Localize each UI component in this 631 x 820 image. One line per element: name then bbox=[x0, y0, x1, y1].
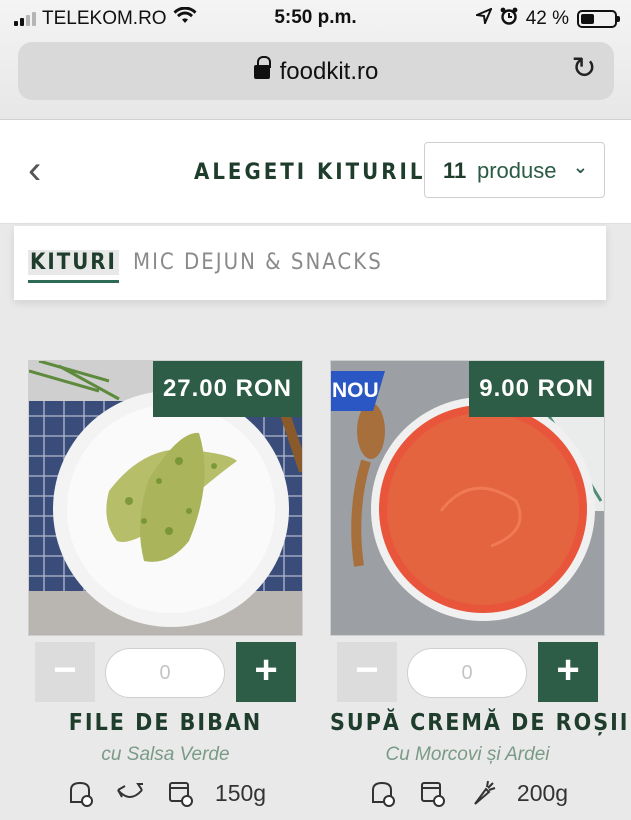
increase-button[interactable]: + bbox=[236, 642, 296, 702]
page-header: ‹ ALEGETI KITURILE 11 produse ⌄ bbox=[0, 120, 631, 224]
decrease-button[interactable]: − bbox=[35, 642, 95, 702]
oven-icon bbox=[420, 782, 445, 807]
back-chevron-icon[interactable]: ‹ bbox=[28, 150, 41, 190]
quantity-stepper: − 0 + bbox=[35, 642, 297, 702]
bread-icon bbox=[69, 781, 93, 807]
chevron-down-icon: ⌄ bbox=[572, 157, 588, 177]
oven-icon bbox=[168, 782, 193, 807]
product-image[interactable]: 27.00 RON bbox=[28, 360, 303, 636]
quantity-input[interactable]: 0 bbox=[407, 648, 527, 698]
status-bar: TELEKOM.RO 5:50 p.m. 42 % bbox=[0, 0, 631, 36]
reload-icon[interactable]: ↻ bbox=[568, 53, 600, 85]
fish-icon bbox=[117, 783, 143, 798]
product-subtitle: Cu Morcovi și Ardei bbox=[385, 744, 550, 765]
address-bar[interactable]: foodkit.ro ↻ bbox=[18, 42, 614, 100]
product-meta: 200g bbox=[330, 778, 605, 808]
battery-percent: 42 % bbox=[525, 8, 569, 29]
tab-kituri[interactable]: KITURI bbox=[28, 250, 119, 283]
url-text: foodkit.ro bbox=[279, 58, 379, 85]
category-tabs: KITURI MIC DEJUN & SNACKS bbox=[14, 226, 606, 300]
lock-icon bbox=[253, 56, 271, 79]
product-count-select[interactable]: 11 produse ⌄ bbox=[424, 142, 605, 198]
browser-chrome: TELEKOM.RO 5:50 p.m. 42 % foodkit.ro ↻ bbox=[0, 0, 631, 120]
page-title: ALEGETI KITURILE bbox=[194, 160, 442, 185]
product-weight: 150g bbox=[214, 779, 267, 806]
product-count: 11 bbox=[443, 158, 467, 183]
url-display[interactable]: foodkit.ro bbox=[18, 56, 614, 86]
product-subtitle: cu Salsa Verde bbox=[101, 744, 230, 765]
increase-button[interactable]: + bbox=[538, 642, 598, 702]
product-weight: 200g bbox=[516, 779, 569, 806]
carrot-icon bbox=[474, 780, 496, 805]
price-tag: 27.00 RON bbox=[152, 361, 302, 417]
product-count-word: produse bbox=[477, 158, 557, 183]
quantity-input[interactable]: 0 bbox=[105, 648, 225, 698]
product-image[interactable]: NOU 9.00 RON bbox=[330, 360, 605, 636]
tab-mic-dejun-snacks[interactable]: MIC DEJUN & SNACKS bbox=[133, 250, 383, 275]
product-card: NOU 9.00 RON − 0 + SUPĂ CREMĂ DE ROȘII C… bbox=[330, 360, 627, 807]
quantity-stepper: − 0 + bbox=[337, 642, 599, 702]
status-right: 42 % bbox=[473, 7, 620, 31]
battery-icon bbox=[577, 10, 620, 28]
price-tag: 9.00 RON bbox=[469, 361, 604, 417]
decrease-button[interactable]: − bbox=[337, 642, 397, 702]
product-name[interactable]: SUPĂ CREMĂ DE ROȘII bbox=[330, 710, 627, 736]
product-card: 27.00 RON − 0 + FILE DE BIBAN cu Salsa V… bbox=[28, 360, 303, 807]
product-name[interactable]: FILE DE BIBAN bbox=[28, 710, 303, 736]
bread-icon bbox=[371, 781, 395, 807]
location-icon bbox=[473, 7, 493, 30]
product-meta: 150g bbox=[28, 778, 303, 808]
alarm-icon bbox=[500, 7, 518, 31]
